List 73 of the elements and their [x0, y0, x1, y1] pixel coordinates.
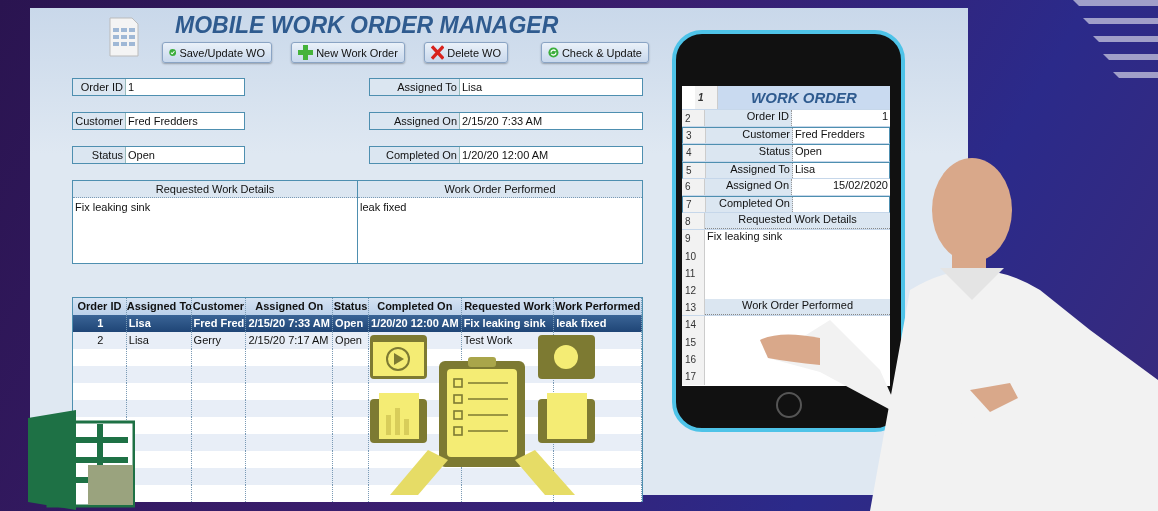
sheet-title: WORK ORDER	[718, 86, 890, 109]
sheet-label: Order ID	[705, 110, 792, 127]
app-title: MOBILE WORK ORDER MANAGER	[174, 11, 560, 40]
row-number: 1	[695, 86, 718, 109]
sheet-value: 15/02/2020	[832, 178, 888, 191]
section-heading: Requested Work Details	[73, 181, 357, 198]
table-cell: 2/15/20 7:17 AM	[248, 334, 329, 346]
sheet-value: 1	[881, 110, 888, 122]
table-cell: 2	[97, 334, 104, 346]
field-label: Status	[73, 147, 126, 163]
form-field[interactable]: Customer Fred Fredders	[72, 112, 245, 130]
field-value: Open	[127, 148, 155, 163]
row-number: 4	[683, 145, 706, 161]
row-number: 7	[683, 196, 706, 213]
row-number: 9	[682, 230, 705, 248]
sheet-heading: Requested Work Details	[705, 213, 890, 230]
table-row[interactable]: 1 Lisa Fred Fred 2/15/20 7:33 AM Open 1/20/20 12:00 AM Fix leaking sink leak fixed	[73, 315, 642, 332]
row-number: 13	[682, 299, 705, 316]
field-label: Customer	[73, 113, 126, 129]
row-number: 2	[682, 110, 705, 127]
sheet-value: Fred Fredders	[795, 128, 865, 141]
table-cell: 1/20/20 12:00 AM	[370, 317, 459, 329]
field-value: 1	[127, 80, 135, 95]
table-cell: Lisa	[128, 334, 149, 346]
table-cell: Test Work	[463, 334, 513, 346]
section-heading: Work Order Performed	[358, 181, 642, 198]
table-cell: Lisa	[128, 317, 151, 329]
delete-button[interactable]: Delete WO	[424, 42, 508, 63]
sheet-text: Fix leaking sink	[707, 230, 783, 243]
text-area[interactable]: Fix leaking sink	[73, 198, 357, 263]
refresh-icon	[548, 46, 559, 59]
spreadsheet-icon	[108, 16, 140, 58]
form-field[interactable]: Order ID 1	[72, 78, 245, 96]
row-number: 8	[682, 213, 705, 230]
field-value: Lisa	[461, 80, 483, 95]
save-button[interactable]: Save/Update WO	[162, 42, 272, 63]
field-value: Fred Fredders	[127, 114, 198, 129]
table-cell: 2/15/20 7:33 AM	[248, 317, 330, 329]
row-number: 5	[683, 162, 706, 178]
sheet-label: Assigned To	[706, 162, 793, 178]
check-icon	[169, 46, 177, 59]
sheet-value: Open	[795, 145, 822, 158]
table-cell: Open	[335, 317, 364, 329]
field-value: 2/15/20 7:33 AM	[461, 114, 543, 129]
sheet-label: Completed On	[706, 196, 793, 213]
sheet-heading: Work Order Performed	[705, 299, 890, 316]
table-cell: leak fixed	[556, 317, 607, 329]
text-area[interactable]: leak fixed	[358, 198, 642, 263]
home-button[interactable]	[776, 392, 802, 418]
field-label: Order ID	[73, 79, 126, 95]
table-cell: Fred Fred	[193, 317, 245, 329]
form-field[interactable]: Completed On 1/20/20 12:00 AM	[369, 146, 643, 164]
sheet-value: Lisa	[795, 162, 816, 175]
form-field[interactable]: Assigned On 2/15/20 7:33 AM	[369, 112, 643, 130]
table-cell: 1	[97, 317, 104, 329]
field-label: Assigned To	[370, 79, 460, 95]
sheet-label: Customer	[706, 128, 793, 144]
form-field[interactable]: Assigned To Lisa	[369, 78, 643, 96]
field-label: Assigned On	[370, 113, 460, 129]
sheet-label: Status	[706, 145, 793, 161]
row-number: 15	[682, 333, 705, 351]
table-cell: Fix leaking sink	[463, 317, 546, 329]
close-icon	[431, 45, 445, 60]
plus-icon	[298, 45, 314, 60]
field-value: 1/20/20 12:00 AM	[461, 148, 549, 163]
field-label: Completed On	[370, 147, 460, 163]
form-field[interactable]: Status Open	[72, 146, 245, 164]
table-cell: Gerry	[193, 334, 222, 346]
table-cell: Open	[335, 334, 362, 346]
row-number: 3	[683, 128, 706, 144]
row-number: 14	[682, 316, 705, 334]
refresh-button[interactable]: Check & Update	[541, 42, 649, 63]
new-button[interactable]: New Work Order	[291, 42, 405, 63]
